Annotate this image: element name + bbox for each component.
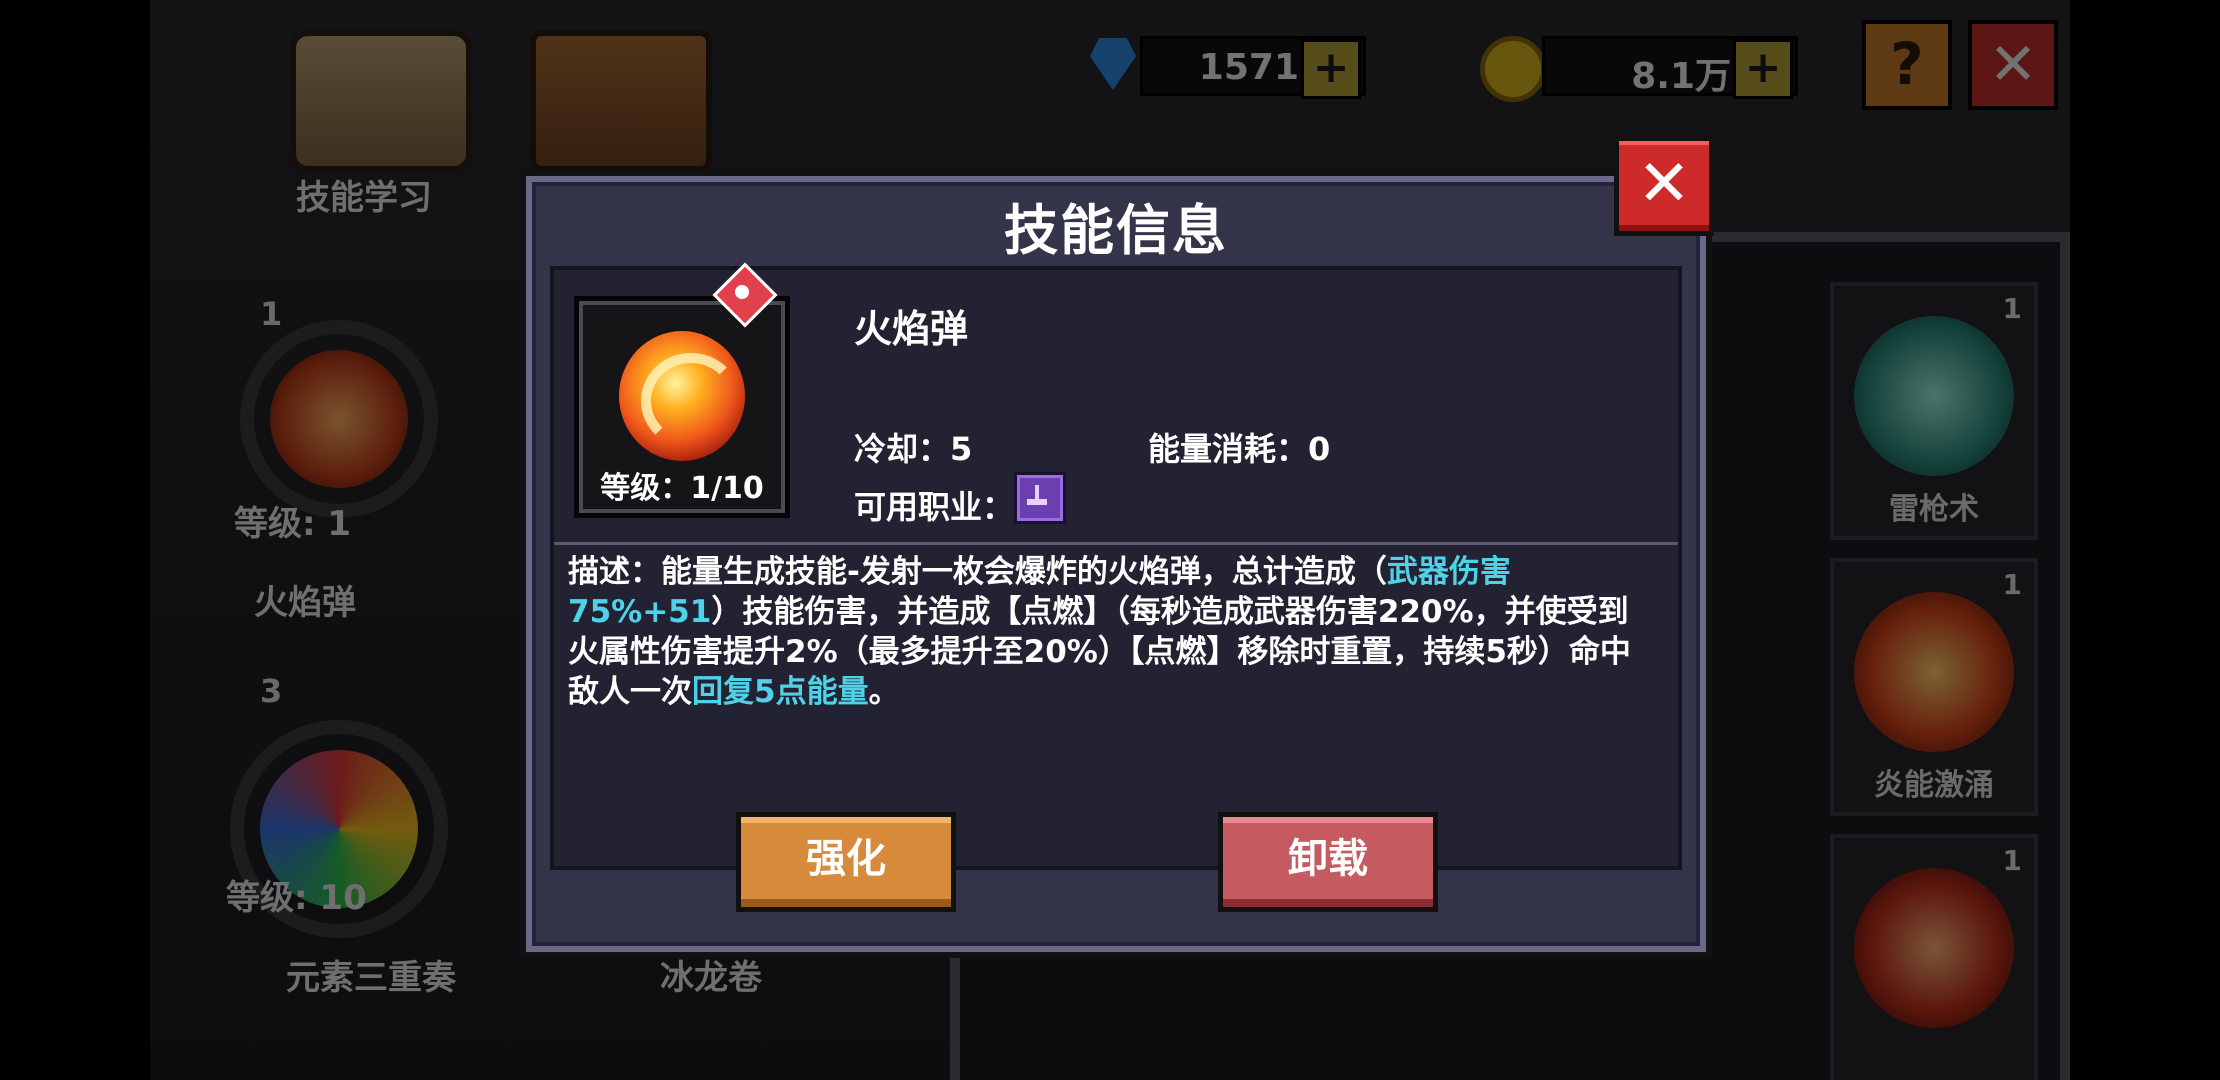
gold-value: 8.1万 <box>1631 56 1731 97</box>
add-gold-button[interactable]: + <box>1733 39 1793 99</box>
skill-info-dialog: 技能信息 ✕ 等级：1/10 火焰弹 冷却：5 能量消耗：0 可用职业： 描述：… <box>520 136 1714 958</box>
fireball-icon <box>270 350 408 488</box>
desc-highlight: 回复5点能量 <box>692 674 869 710</box>
divider <box>554 542 1678 545</box>
skill-icon-frame: 等级：1/10 <box>574 296 790 518</box>
skill-count: 1 <box>2002 568 2022 601</box>
skill-name: 炎能激涌 <box>1874 768 1994 803</box>
mage-hat-glyph <box>1027 485 1047 505</box>
gem-icon <box>1090 38 1136 90</box>
equipped-slot-3[interactable] <box>230 720 448 938</box>
skill-info-panel: 等级：1/10 火焰弹 冷却：5 能量消耗：0 可用职业： 描述：能量生成技能-… <box>550 262 1682 870</box>
element-trio-icon <box>260 750 418 908</box>
cooldown: 冷却：5 <box>854 430 973 468</box>
help-icon[interactable]: ? <box>1862 20 1952 110</box>
skill-card[interactable]: 1 <box>1830 834 2038 1080</box>
slot-name: 火焰弹 <box>254 583 356 623</box>
upgrade-button[interactable]: 强化 <box>736 812 956 912</box>
scroll-icon[interactable] <box>290 30 472 172</box>
slot-level: 等级: 1 <box>234 504 352 544</box>
gem-value: 1571 <box>1198 47 1299 88</box>
add-gems-button[interactable]: + <box>1301 39 1361 99</box>
desc-text: 描述：能量生成技能-发射一枚会爆炸的火焰弹，总计造成（ <box>568 554 1387 590</box>
coin-icon <box>1480 36 1546 102</box>
sword-icon <box>1854 868 2014 1028</box>
gem-counter: 1571 + <box>1140 36 1366 99</box>
slot-name: 元素三重奏 <box>286 958 456 998</box>
mage-class-icon[interactable] <box>1014 472 1066 524</box>
fireball-swirl <box>641 353 741 449</box>
skill-learn-label: 技能学习 <box>296 178 432 218</box>
chest-icon[interactable] <box>530 30 712 172</box>
slot-level: 等级: 10 <box>226 878 367 918</box>
unload-button[interactable]: 卸载 <box>1218 812 1438 912</box>
dialog-title: 技能信息 <box>1004 199 1228 262</box>
skill-name: 雷枪术 <box>1889 492 1979 527</box>
energy-cost: 能量消耗：0 <box>1148 430 1331 468</box>
skill-count: 1 <box>2002 844 2022 877</box>
skill-count: 1 <box>2002 292 2022 325</box>
flame-surge-icon <box>1854 592 2014 752</box>
close-icon[interactable]: ✕ <box>1614 136 1714 236</box>
equipped-slot-1[interactable] <box>240 320 438 518</box>
slot-number: 3 <box>260 672 283 710</box>
fire-element-dot <box>735 285 749 299</box>
skill-card[interactable]: 1 炎能激涌 <box>1830 558 2038 816</box>
gold-counter: 8.1万 + <box>1542 36 1798 99</box>
thunder-spear-icon <box>1854 316 2014 476</box>
slot-number: 1 <box>260 295 283 333</box>
classes-label: 可用职业： <box>854 488 1015 526</box>
desc-text: 。 <box>868 674 900 710</box>
skill-description: 描述：能量生成技能-发射一枚会爆炸的火焰弹，总计造成（武器伤害75%+51）技能… <box>568 552 1658 712</box>
skill-card[interactable]: 1 雷枪术 <box>1830 282 2038 540</box>
skill-name: 火焰弹 <box>854 307 969 351</box>
skill-level: 等级：1/10 <box>600 471 764 506</box>
close-screen-icon[interactable]: ✕ <box>1968 20 2058 110</box>
